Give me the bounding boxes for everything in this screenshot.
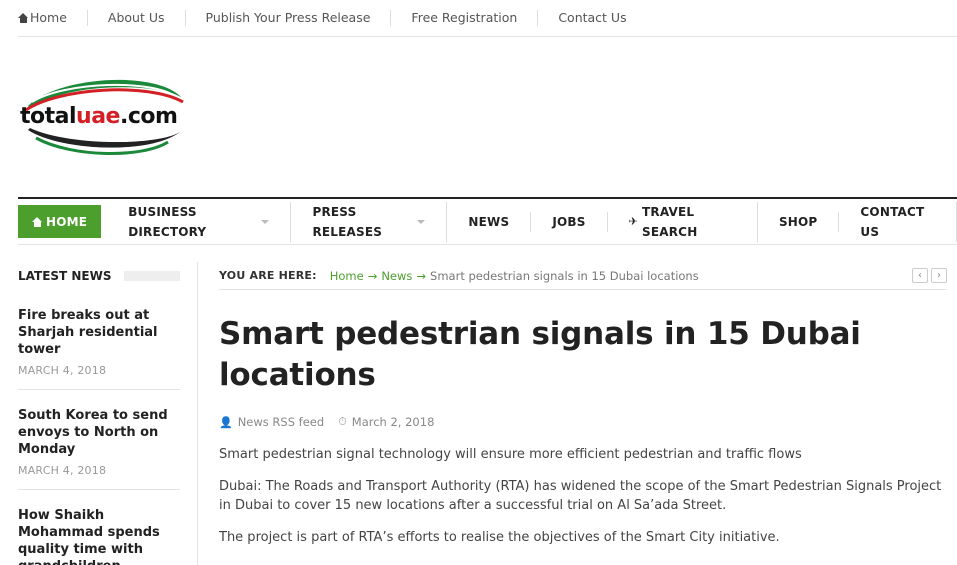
list-item[interactable]: How Shaikh Mohammad spends quality time … bbox=[18, 490, 180, 565]
chevron-down-icon bbox=[261, 219, 270, 224]
home-icon bbox=[18, 13, 29, 23]
news-date: MARCH 4, 2018 bbox=[18, 464, 107, 477]
heading-divider bbox=[123, 271, 180, 281]
svg-text:totaluae.com: totaluae.com bbox=[20, 104, 177, 129]
list-item[interactable]: Fire breaks out at Sharjah residential t… bbox=[18, 290, 180, 390]
home-icon bbox=[32, 216, 43, 227]
nav-news[interactable]: NEWS bbox=[447, 211, 532, 232]
breadcrumb: YOU ARE HERE: Home → News → Smart pedest… bbox=[219, 262, 947, 290]
article-meta: 👤 News RSS feed ⏱ March 2, 2018 bbox=[219, 415, 947, 429]
article-paragraph: The project is part of RTA’s efforts to … bbox=[219, 530, 780, 545]
news-title[interactable]: Fire breaks out at Sharjah residential t… bbox=[18, 307, 180, 358]
breadcrumb-home[interactable]: Home bbox=[330, 269, 364, 283]
plane-icon: ✈ bbox=[628, 214, 639, 228]
top-link-contact[interactable]: Contact Us bbox=[537, 10, 646, 26]
clock-icon: ⏱ bbox=[338, 415, 347, 428]
top-bar: Home About Us Publish Your Press Release… bbox=[18, 0, 957, 37]
nav-home[interactable]: HOME bbox=[18, 205, 102, 238]
article-date: March 2, 2018 bbox=[351, 415, 435, 429]
breadcrumb-arrow-icon: → bbox=[416, 268, 427, 283]
logo-text-a: total bbox=[20, 104, 76, 129]
site-logo[interactable]: totaluae.com bbox=[18, 72, 186, 158]
prev-post-icon[interactable]: ‹ bbox=[912, 268, 928, 283]
news-title[interactable]: South Korea to send envoys to North on M… bbox=[18, 407, 180, 458]
next-post-icon[interactable]: › bbox=[931, 268, 947, 283]
breadcrumb-arrow-icon: → bbox=[367, 268, 378, 283]
logo-text-b: uae bbox=[76, 104, 120, 129]
top-link-about[interactable]: About Us bbox=[86, 10, 185, 26]
article-title: Smart pedestrian signals in 15 Dubai loc… bbox=[219, 316, 861, 393]
latest-news-sidebar: LATEST NEWS Fire breaks out at Sharjah r… bbox=[18, 262, 180, 565]
news-title[interactable]: How Shaikh Mohammad spends quality time … bbox=[18, 507, 180, 565]
article-area: YOU ARE HERE: Home → News → Smart pedest… bbox=[197, 262, 947, 565]
news-date: MARCH 4, 2018 bbox=[18, 364, 107, 377]
nav-travel-search[interactable]: ✈ TRAVEL SEARCH bbox=[608, 201, 758, 242]
top-link-publish[interactable]: Publish Your Press Release bbox=[184, 10, 391, 26]
breadcrumb-current: Smart pedestrian signals in 15 Dubai loc… bbox=[430, 268, 699, 283]
top-link-home[interactable]: Home bbox=[18, 10, 87, 26]
article-author[interactable]: News RSS feed bbox=[238, 415, 324, 429]
nav-jobs[interactable]: JOBS bbox=[531, 211, 608, 232]
main-nav: HOME BUSINESS DIRECTORY PRESS RELEASES N… bbox=[18, 197, 957, 245]
sidebar-heading: LATEST NEWS bbox=[18, 262, 180, 290]
top-link-registration[interactable]: Free Registration bbox=[390, 10, 537, 26]
user-icon: 👤 bbox=[219, 415, 233, 429]
article-paragraph: Dubai: The Roads and Transport Authority… bbox=[219, 479, 942, 513]
nav-shop[interactable]: SHOP bbox=[758, 211, 840, 232]
nav-press-releases[interactable]: PRESS RELEASES bbox=[291, 201, 448, 242]
breadcrumb-news[interactable]: News bbox=[381, 269, 412, 283]
nav-business-directory[interactable]: BUSINESS DIRECTORY bbox=[107, 201, 292, 242]
chevron-down-icon bbox=[417, 219, 426, 224]
list-item[interactable]: South Korea to send envoys to North on M… bbox=[18, 390, 180, 490]
logo-text-c: .com bbox=[120, 104, 177, 129]
nav-contact-us[interactable]: CONTACT US bbox=[839, 201, 957, 242]
post-nav: ‹ › bbox=[912, 268, 947, 283]
article-paragraph: Smart pedestrian signal technology will … bbox=[219, 447, 802, 462]
